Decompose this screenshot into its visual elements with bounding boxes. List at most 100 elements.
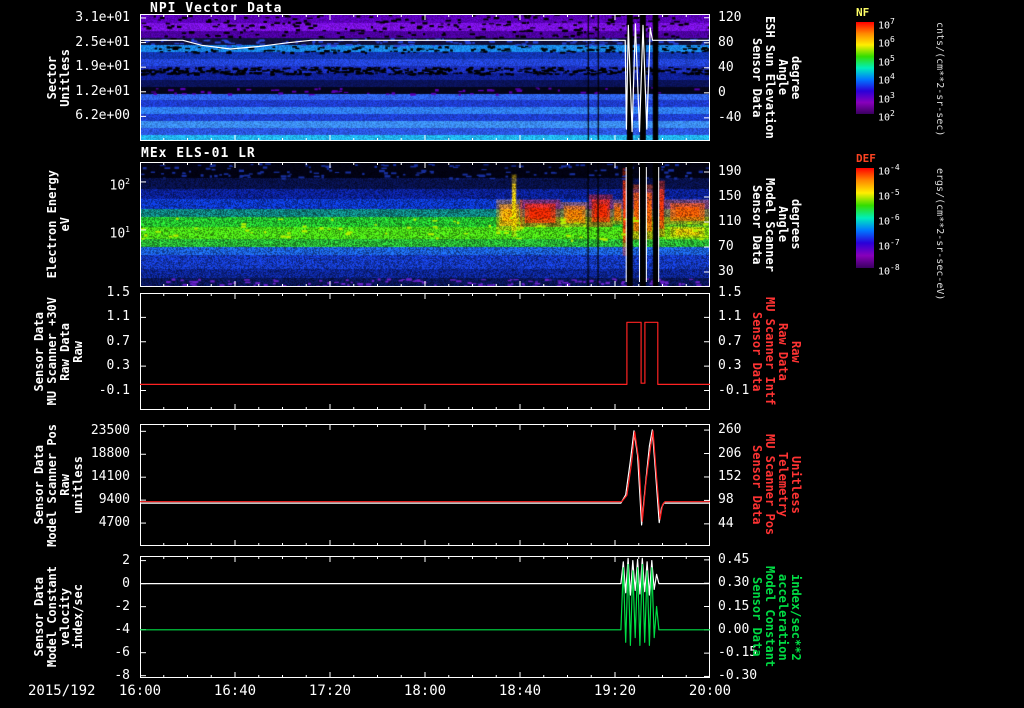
axis-label-line: Model Scanner [763,177,777,272]
time-tick-label: 16:00 [118,683,162,699]
npi-plot-overlay [140,14,710,141]
els-panel-title: MEx ELS-01 LR [141,146,256,161]
axis-label-line: MU Scanner Pos [763,434,777,536]
y-tick-label: 0.3 [106,358,130,374]
y-tick-label: 1.5 [718,285,742,300]
y-tick-label: 101 [109,224,130,242]
y-tick-label: 98 [718,492,734,508]
els-left-tick-labels: 102 101 [0,162,134,287]
y-tick-label: 0 [122,575,130,591]
time-tick-label: 16:40 [213,683,257,699]
y-tick-label: 2.5e+01 [75,34,130,50]
y-tick-label: 1.1 [106,309,130,325]
y-tick-label: 4700 [98,515,130,531]
y-tick-label: 18800 [90,446,130,462]
colorbar-nf-gradient [856,22,874,114]
time-tick-label: 19:20 [593,683,637,699]
y-tick-label: 260 [718,422,742,438]
y-tick-label: -0.1 [98,382,130,398]
y-tick-label: 0 [718,84,726,100]
y-tick-label: 30 [718,264,734,279]
colorbar-tick-label: 105 [878,53,895,69]
colorbar-tick-label: 102 [878,109,895,124]
date-label: 2015/192 [28,683,96,699]
colorbar-tick-label: 104 [878,72,895,87]
colorbar-tick-label: 10-8 [878,263,900,278]
y-tick-label: 6.2e+00 [75,108,130,124]
time-tick-label: 18:00 [403,683,447,699]
science-plot-screen: NPI Vector Data MEx ELS-01 LR Sector Unit… [0,0,1024,708]
time-axis: 2015/192 16:00 16:40 17:20 18:00 18:40 19:20 2… [0,683,1024,703]
y-tick-label: 9400 [98,492,130,508]
y-tick-label: 80 [718,34,734,50]
y-tick-label: 1.5 [106,285,130,300]
axis-label-line: Sensor Data [750,311,764,392]
mu-raw-right-axis-label: Sensor Data MU Scanner Intf Raw Data Raw [750,293,860,410]
y-tick-label: 14100 [90,469,130,485]
model-const-plot-area [140,556,710,678]
axis-label-line: ESH Sun Elevation [763,16,777,139]
y-tick-label: 3.1e+01 [75,9,130,25]
y-tick-label: 70 [718,239,734,254]
axis-label-line: Model Constant [763,566,777,668]
axis-label-line: acceleration [776,573,790,661]
axis-label-line: Angle [776,59,790,96]
y-tick-label: 206 [718,445,742,461]
y-tick-label: 0.7 [106,333,130,349]
y-tick-label: -0.1 [718,382,750,398]
scanner-pos-right-axis-label: Sensor Data MU Scanner Pos Telemetry Unitle… [750,424,860,546]
axis-label-line: Angle [776,206,790,243]
colorbar-tick-label: 10-4 [878,163,900,178]
y-tick-label: 150 [718,189,742,204]
y-tick-label: 1.2e+01 [75,83,130,99]
mu-raw-plot-area [140,293,710,410]
colorbar-def: DEF 10-4 10-5 10-6 10-7 10-8 ergs/(cm**2-sr-… [856,152,1024,472]
y-tick-label: -2 [114,598,130,614]
axis-label-line: Raw [789,340,803,363]
y-tick-label: 0.7 [718,333,742,349]
colorbar-tick-label: 103 [878,90,895,105]
y-tick-label: 0.15 [718,598,750,614]
axis-label-line: degree [789,55,803,100]
y-tick-label: 110 [718,214,742,229]
time-tick-label: 17:20 [308,683,352,699]
colorbar-tick-label: 10-5 [878,188,900,203]
model-const-left-tick-labels: 2 0 -2 -4 -6 -8 [0,552,134,682]
y-tick-label: 0.3 [718,358,742,374]
npi-left-tick-labels: 3.1e+01 2.5e+01 1.9e+01 1.2e+01 6.2e+00 [0,9,134,141]
y-tick-label: 190 [718,164,742,179]
y-tick-label: 40 [718,59,734,75]
mu-raw-plot-overlay [140,293,710,410]
axis-label-line: MU Scanner Intf [763,297,777,406]
els-plot-overlay [140,162,710,287]
y-tick-label: 1.9e+01 [75,59,130,75]
scanner-pos-plot-area [140,424,710,546]
panel-model-constant: Sensor Data Model Constant velocity index/s… [0,551,1024,683]
colorbar-def-title: DEF [856,152,876,165]
y-tick-label: 0.30 [718,575,750,591]
colorbar-tick-label: 107 [878,17,895,32]
model-const-plot-overlay [140,556,710,678]
scanner-pos-plot-overlay [140,424,710,546]
y-tick-label: 152 [718,468,742,484]
y-tick-label: 0.00 [718,621,750,637]
axis-label-line: Sensor Data [750,577,764,657]
axis-label-line: Unitless [789,456,803,514]
npi-right-axis-label: Sensor Data ESH Sun Elevation Angle degree [750,14,860,141]
axis-label-line: Sensor Data [750,184,764,265]
y-tick-label: 120 [718,9,742,25]
colorbar-tick-label: 10-6 [878,213,900,228]
npi-plot-area [140,14,710,141]
scanner-pos-left-tick-labels: 23500 18800 14100 9400 4700 [0,424,134,546]
y-tick-label: 0.45 [718,551,750,567]
y-tick-label: -40 [718,109,742,125]
colorbar-nf-title: NF [856,6,870,19]
colorbar-def-units: ergs/(cm**2-sr-sec-eV) [934,168,945,301]
y-tick-label: -4 [114,621,130,637]
axis-label-line: Raw Data [776,322,790,381]
y-tick-label: 2 [122,552,130,568]
axis-label-line: Telemetry [776,452,790,518]
y-tick-label: 23500 [90,423,130,439]
y-tick-label: 44 [718,515,734,531]
els-plot-area [140,162,710,287]
